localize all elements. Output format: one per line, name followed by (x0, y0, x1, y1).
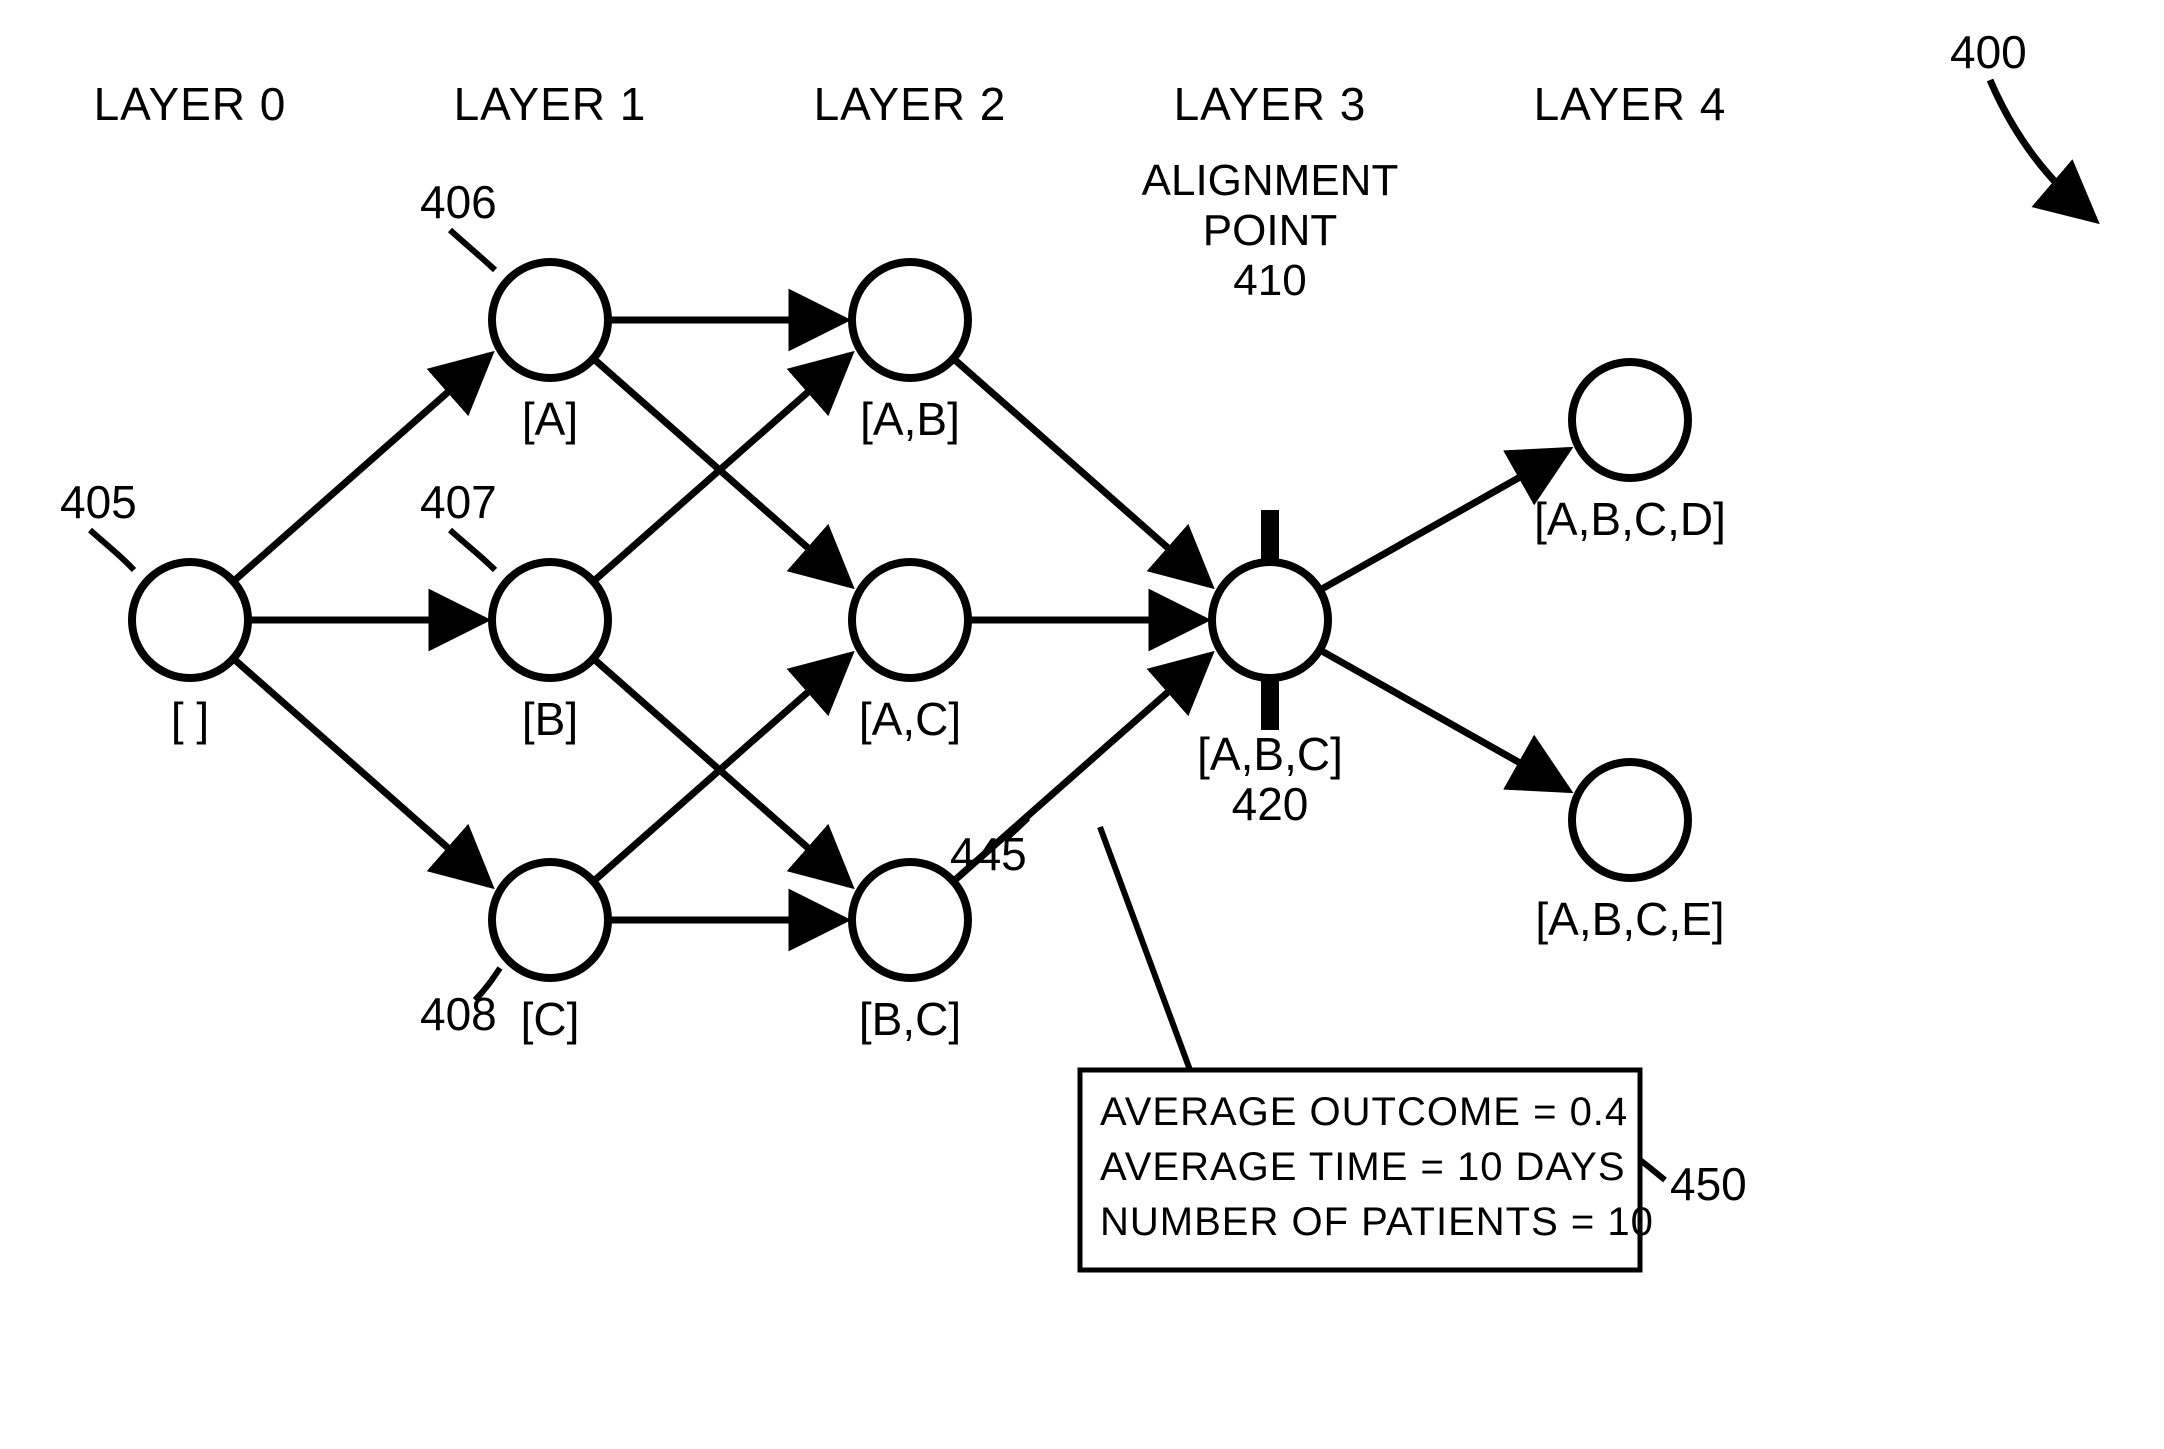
layer0-header: LAYER 0 (94, 78, 287, 130)
layer2-header: LAYER 2 (814, 78, 1007, 130)
alignment-ref: 410 (1233, 256, 1306, 305)
node-b-ref: 407 (420, 476, 497, 528)
node-ab: [A,B] (852, 262, 968, 445)
diagram-canvas: 400 LAYER 0 LAYER 1 LAYER 2 LAYER 3 LAYE… (0, 0, 2164, 1449)
node-abcd-set: [A,B,C,D] (1534, 493, 1726, 545)
node-abc-ref: 420 (1232, 778, 1309, 830)
figure-reference-number: 400 (1950, 26, 2027, 78)
node-bc-set: [B,C] (859, 993, 961, 1045)
edge-reference: 445 (950, 818, 1028, 880)
node-a: [A] 406 (420, 176, 608, 445)
node-abc-set: [A,B,C] (1197, 728, 1343, 780)
node-a-ref: 406 (420, 176, 497, 228)
node-root-set: [ ] (171, 693, 209, 745)
node-root-ref: 405 (60, 476, 137, 528)
node-abc: [A,B,C] 420 (1197, 510, 1343, 830)
figure-reference: 400 (1950, 26, 2095, 220)
layer1-header: LAYER 1 (454, 78, 647, 130)
edge-reference-number: 445 (950, 828, 1027, 880)
info-box-ref: 450 (1670, 1158, 1747, 1210)
alignment-label-2: POINT (1203, 206, 1337, 255)
layer4-header: LAYER 4 (1534, 78, 1727, 130)
node-bc: [B,C] (852, 862, 968, 1045)
node-c-ref: 408 (420, 988, 497, 1040)
node-ab-set: [A,B] (860, 393, 960, 445)
node-ac-set: [A,C] (859, 693, 961, 745)
node-abce-set: [A,B,C,E] (1535, 893, 1724, 945)
node-b: [B] 407 (420, 476, 608, 745)
info-line3: NUMBER OF PATIENTS = 10 (1100, 1200, 1654, 1244)
layer3-header: LAYER 3 (1174, 78, 1367, 130)
node-root: [ ] 405 (60, 476, 248, 745)
node-c: [C] 408 (420, 862, 608, 1045)
node-ac: [A,C] (852, 562, 968, 745)
node-c-set: [C] (521, 993, 580, 1045)
node-a-set: [A] (522, 393, 578, 445)
alignment-label-1: ALIGNMENT (1142, 156, 1399, 205)
info-line1: AVERAGE OUTCOME = 0.4 (1100, 1090, 1628, 1134)
info-line2: AVERAGE TIME = 10 DAYS (1100, 1145, 1626, 1189)
node-b-set: [B] (522, 693, 578, 745)
